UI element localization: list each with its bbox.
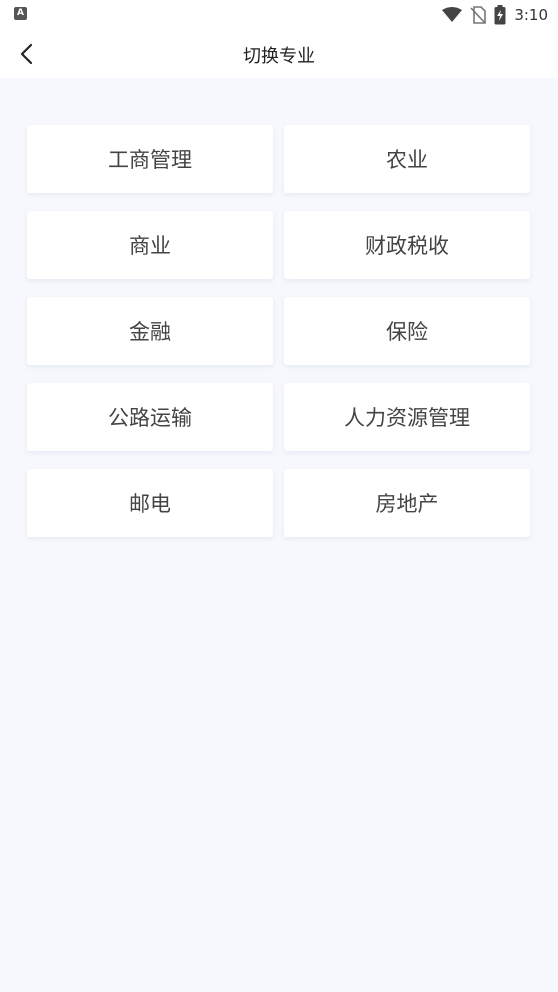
status-bar: A 3:10 (0, 0, 558, 30)
major-option[interactable]: 商业 (27, 211, 273, 279)
major-grid: 工商管理 农业 商业 财政税收 金融 保险 公路运输 人力资源管理 邮电 房地产 (27, 125, 531, 537)
major-option[interactable]: 保险 (284, 297, 530, 365)
notification-app-icon: A (14, 7, 27, 20)
major-option[interactable]: 房地产 (284, 469, 530, 537)
page-title: 切换专业 (243, 46, 315, 67)
app-bar: 切换专业 (0, 30, 558, 78)
major-option[interactable]: 金融 (27, 297, 273, 365)
status-icons: 3:10 (442, 4, 548, 26)
major-option[interactable]: 公路运输 (27, 383, 273, 451)
major-option[interactable]: 工商管理 (27, 125, 273, 193)
major-option[interactable]: 邮电 (27, 469, 273, 537)
battery-charging-icon (494, 5, 506, 25)
major-option[interactable]: 人力资源管理 (284, 383, 530, 451)
major-option[interactable]: 农业 (284, 125, 530, 193)
wifi-icon (442, 7, 463, 22)
major-option[interactable]: 财政税收 (284, 211, 530, 279)
status-time: 3:10 (514, 6, 548, 24)
no-sim-icon (470, 6, 487, 24)
